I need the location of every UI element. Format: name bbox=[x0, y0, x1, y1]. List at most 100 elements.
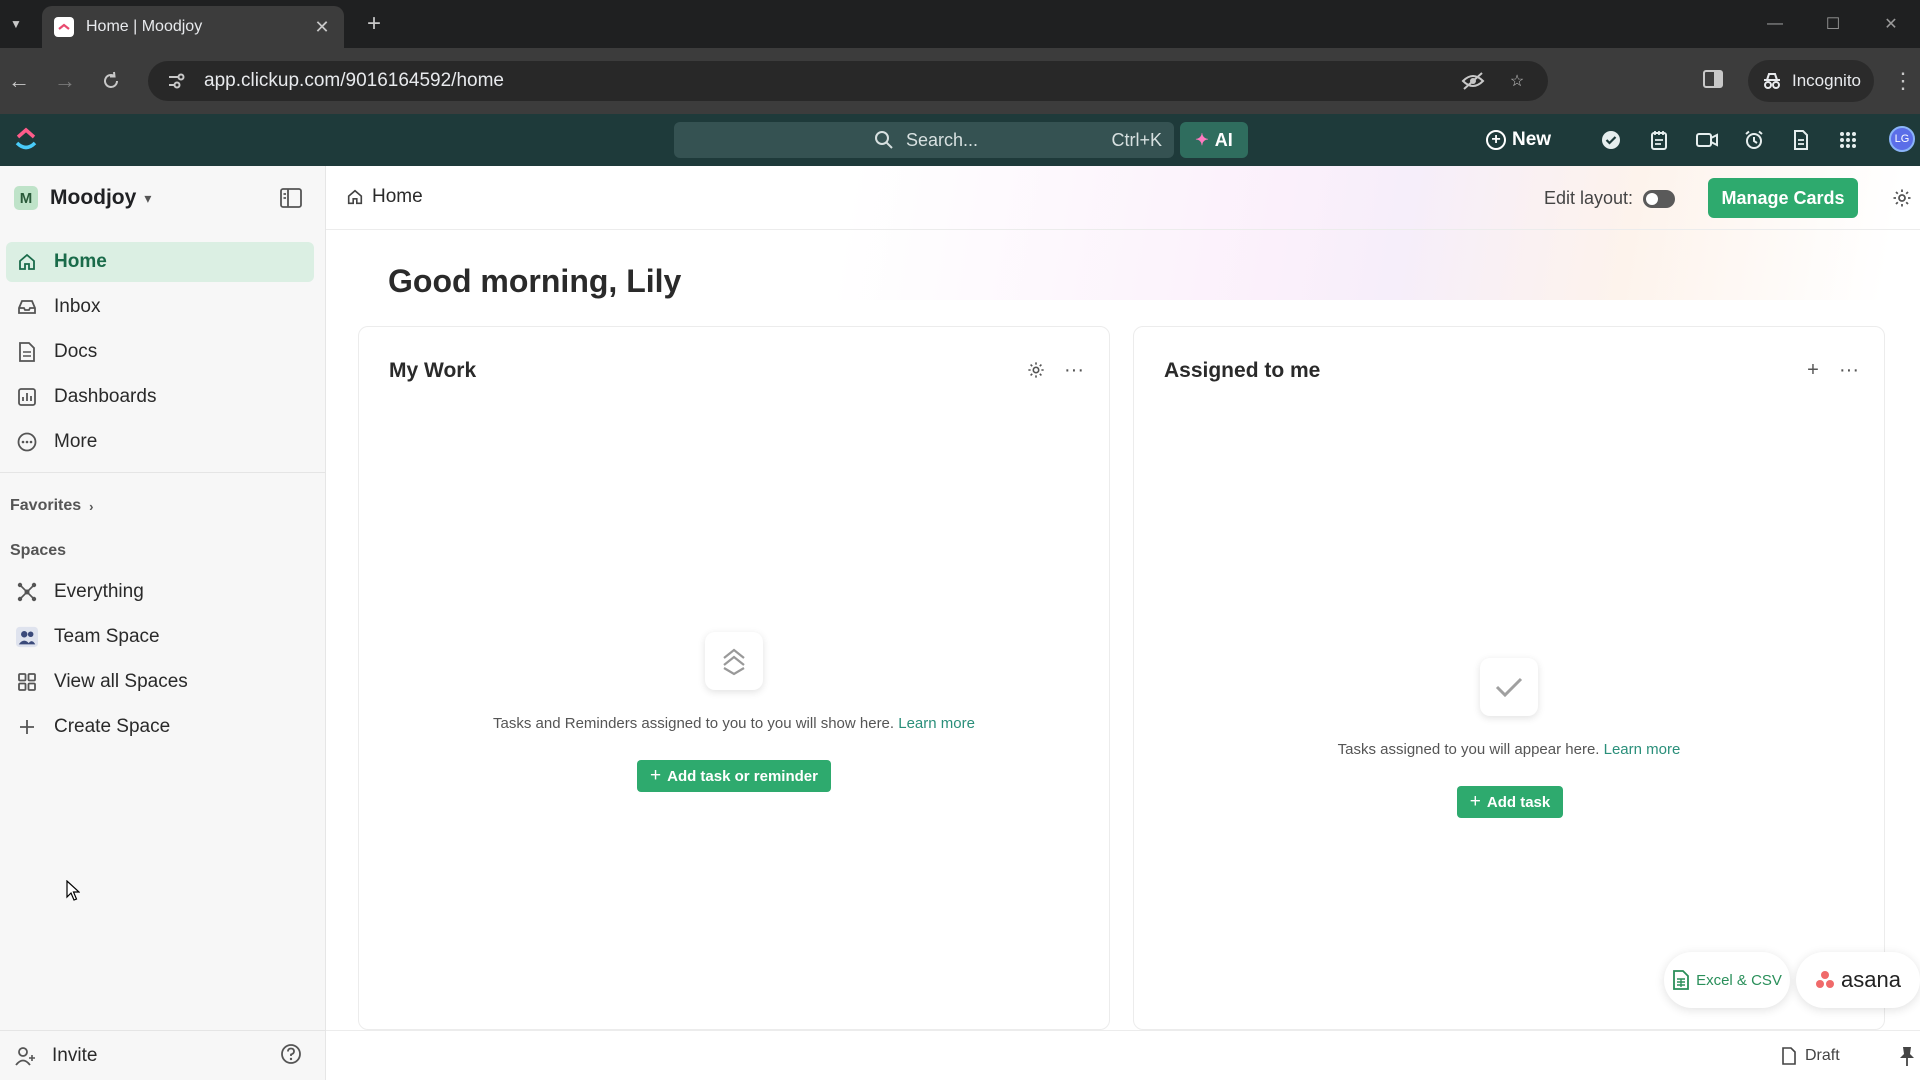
edit-layout-toggle[interactable] bbox=[1643, 189, 1676, 208]
sidebar-item-label: Docs bbox=[54, 341, 98, 362]
gear-icon[interactable] bbox=[1025, 359, 1047, 381]
sidebar-item-home[interactable]: Home bbox=[6, 242, 314, 282]
home-icon bbox=[16, 251, 38, 273]
edit-layout-label: Edit layout: bbox=[1544, 188, 1634, 208]
side-panel-icon[interactable] bbox=[1702, 68, 1728, 94]
sidebar-item-docs[interactable]: Docs bbox=[6, 332, 314, 372]
apps-grid-icon[interactable] bbox=[1837, 129, 1859, 151]
button-label: Add task bbox=[1486, 793, 1551, 811]
asana-label: asana bbox=[1841, 967, 1901, 992]
clickup-favicon-icon bbox=[54, 17, 74, 37]
notepad-icon[interactable] bbox=[1648, 129, 1670, 151]
learn-more-link[interactable]: Learn more bbox=[898, 715, 975, 732]
sidebar-item-inbox[interactable]: Inbox bbox=[6, 287, 314, 327]
asana-logo-icon bbox=[1815, 971, 1835, 989]
site-info-icon[interactable] bbox=[166, 71, 186, 91]
video-icon[interactable] bbox=[1696, 129, 1718, 151]
plus-icon: + bbox=[650, 765, 662, 786]
sidebar-item-label: Team Space bbox=[54, 626, 160, 647]
import-asana-button[interactable]: asana bbox=[1796, 952, 1920, 1008]
sidebar-item-view-all-spaces[interactable]: View all Spaces bbox=[6, 662, 314, 702]
back-icon[interactable]: ← bbox=[6, 68, 32, 94]
grid-icon bbox=[16, 671, 38, 693]
add-task-or-reminder-button[interactable]: + Add task or reminder bbox=[637, 760, 831, 792]
home-icon bbox=[346, 188, 364, 206]
plus-circle-icon: + bbox=[1486, 130, 1506, 150]
excel-label: Excel & CSV bbox=[1696, 971, 1782, 989]
edit-layout-control: Edit layout: bbox=[1544, 188, 1676, 209]
chevron-right-icon: › bbox=[89, 498, 94, 514]
spaces-header: Spaces bbox=[10, 542, 66, 560]
tab-list-chevron-icon[interactable]: ▼ bbox=[4, 12, 28, 36]
invite-label: Invite bbox=[52, 1044, 98, 1066]
eye-off-icon[interactable] bbox=[1460, 68, 1486, 94]
manage-cards-button[interactable]: Manage Cards bbox=[1708, 178, 1858, 218]
clickup-logo-icon[interactable] bbox=[14, 126, 38, 152]
check-circle-icon[interactable] bbox=[1600, 129, 1622, 151]
reload-icon[interactable] bbox=[98, 68, 124, 94]
sidebar-item-label: Inbox bbox=[54, 296, 101, 317]
ellipsis-icon[interactable]: ··· bbox=[1838, 359, 1860, 381]
plus-icon bbox=[16, 716, 38, 738]
spreadsheet-icon bbox=[1672, 970, 1690, 990]
gear-icon[interactable] bbox=[1892, 188, 1912, 208]
browser-tab[interactable]: Home | Moodjoy ✕ bbox=[42, 6, 344, 48]
team-icon bbox=[16, 626, 38, 648]
collapse-sidebar-icon[interactable] bbox=[280, 188, 304, 210]
card-title: Assigned to me bbox=[1164, 359, 1321, 382]
sidebar-nav: Home Inbox Docs Dashboards More bbox=[0, 242, 326, 467]
sparkle-icon: ✦ bbox=[1195, 132, 1209, 149]
avatar[interactable]: LG bbox=[1889, 126, 1915, 152]
pin-icon[interactable] bbox=[1898, 1045, 1918, 1067]
sidebar: M Moodjoy ▾ Home Inbox Docs Dashboards M… bbox=[0, 166, 326, 1080]
sidebar-item-everything[interactable]: Everything bbox=[6, 572, 314, 612]
empty-state-text: Tasks assigned to you will appear here. … bbox=[1134, 741, 1884, 758]
document-icon[interactable] bbox=[1790, 129, 1812, 151]
sidebar-item-create-space[interactable]: Create Space bbox=[6, 707, 314, 747]
empty-message: Tasks assigned to you will appear here. bbox=[1337, 741, 1600, 758]
incognito-badge[interactable]: Incognito bbox=[1748, 60, 1874, 102]
sidebar-item-team-space[interactable]: Team Space bbox=[6, 617, 314, 657]
search-icon bbox=[874, 130, 894, 150]
plus-icon[interactable]: + bbox=[1802, 359, 1824, 381]
favorites-header[interactable]: Favorites › bbox=[10, 497, 93, 515]
browser-menu-icon[interactable]: ⋮ bbox=[1892, 68, 1914, 94]
workspace-switcher[interactable]: M Moodjoy ▾ bbox=[14, 186, 151, 210]
new-button[interactable]: + New bbox=[1486, 126, 1551, 154]
page-footer: Draft bbox=[326, 1030, 1920, 1080]
maximize-icon[interactable]: ☐ bbox=[1804, 0, 1862, 48]
search-bar[interactable]: Search... Ctrl+K bbox=[674, 122, 1174, 158]
incognito-icon bbox=[1764, 73, 1780, 89]
empty-message: Tasks and Reminders assigned to you to y… bbox=[493, 715, 895, 732]
ai-button[interactable]: ✦ AI bbox=[1180, 122, 1248, 158]
my-work-card: My Work ··· Tasks and Reminders assigned… bbox=[358, 326, 1110, 1030]
bookmark-star-icon[interactable]: ☆ bbox=[1504, 68, 1530, 94]
forward-icon[interactable]: → bbox=[52, 68, 78, 94]
add-task-button[interactable]: + Add task bbox=[1457, 786, 1563, 818]
ellipsis-icon[interactable]: ··· bbox=[1063, 359, 1085, 381]
draft-button[interactable]: Draft bbox=[1781, 1047, 1840, 1065]
sidebar-item-dashboards[interactable]: Dashboards bbox=[6, 377, 314, 417]
address-bar[interactable]: app.clickup.com/9016164592/home ☆ bbox=[148, 61, 1548, 101]
alarm-clock-icon[interactable] bbox=[1743, 129, 1765, 151]
workspace-badge: M bbox=[14, 186, 38, 210]
new-tab-icon[interactable]: + bbox=[362, 12, 386, 36]
search-shortcut: Ctrl+K bbox=[1111, 129, 1162, 150]
tab-title: Home | Moodjoy bbox=[86, 18, 203, 35]
sidebar-item-label: Dashboards bbox=[54, 386, 157, 407]
new-label: New bbox=[1512, 129, 1552, 150]
close-window-icon[interactable]: ✕ bbox=[1862, 0, 1920, 48]
close-tab-icon[interactable]: ✕ bbox=[312, 17, 332, 38]
incognito-label: Incognito bbox=[1792, 71, 1861, 90]
minimize-icon[interactable]: — bbox=[1746, 0, 1804, 48]
checkmark-icon bbox=[1480, 658, 1538, 716]
breadcrumb[interactable]: Home bbox=[346, 186, 423, 208]
help-icon[interactable] bbox=[280, 1043, 304, 1067]
invite-button[interactable]: Invite bbox=[14, 1045, 97, 1067]
import-excel-csv-button[interactable]: Excel & CSV bbox=[1664, 952, 1790, 1008]
button-label: Add task or reminder bbox=[667, 767, 818, 785]
favorites-label: Favorites bbox=[10, 497, 82, 514]
sidebar-item-more[interactable]: More bbox=[6, 422, 314, 462]
learn-more-link[interactable]: Learn more bbox=[1604, 741, 1681, 758]
sidebar-footer: Invite bbox=[0, 1030, 326, 1080]
